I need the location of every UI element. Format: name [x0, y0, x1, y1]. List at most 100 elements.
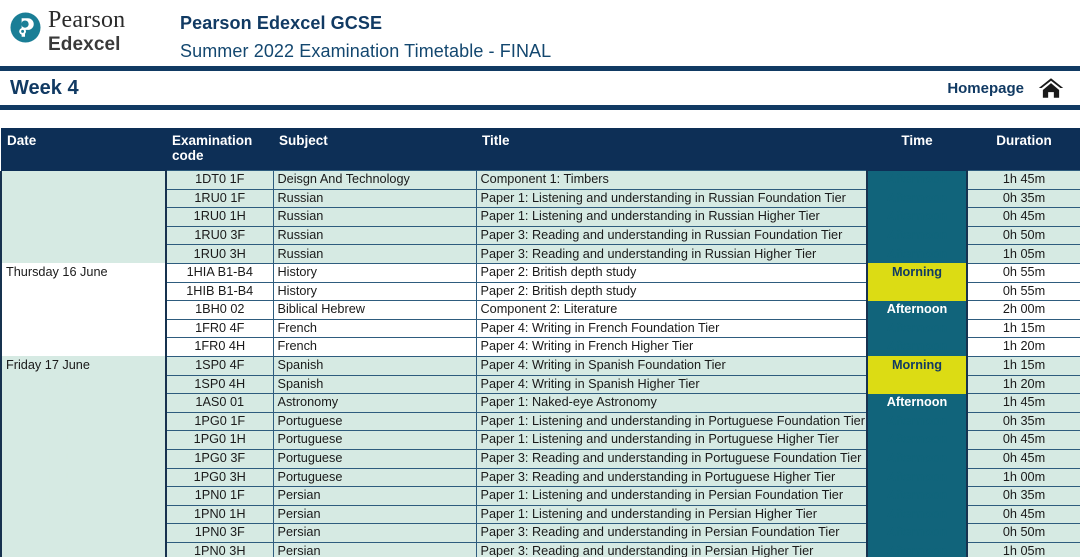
table-row: 1RU0 3F Russian Paper 3: Reading and under…	[0, 225, 1080, 246]
table-row: Friday 17 June 1AS0 01 Astronomy Paper 1: N…	[0, 393, 1080, 413]
cell-duration: 0h 45m	[966, 504, 1080, 525]
cell-title: Paper 3: Reading and understanding in Ru…	[475, 225, 868, 246]
cell-exam-code: 1PN0 3H	[165, 541, 274, 557]
cell-duration: 0h 50m	[966, 225, 1080, 246]
date-label-ghost: Friday 17 June	[6, 413, 90, 428]
cell-date	[0, 226, 167, 245]
date-label-ghost: Thursday 16 June	[6, 302, 108, 317]
cell-title: Paper 1: Listening and understanding in …	[475, 504, 868, 525]
brand-wordmark: Pearson Edexcel	[48, 8, 125, 54]
cell-date	[0, 189, 167, 208]
time-label-ghost: Afternoon	[886, 320, 948, 335]
date-label-ghost: Friday 17 June	[6, 525, 90, 540]
table-head: Date Examination code Subject Title Time…	[1, 128, 1080, 171]
cell-time: Afternoon	[866, 207, 968, 227]
cell-subject: Persian	[272, 541, 477, 557]
table-row: Friday 17 June 1PN0 1H Persian Paper 1: Lis…	[0, 504, 1080, 525]
cell-title: Paper 1: Listening and understanding in …	[475, 411, 868, 432]
cell-time: Afternoon	[866, 449, 968, 468]
column-header-exam-code-line1: Examination	[172, 133, 253, 148]
time-label-ghost: Afternoon	[886, 432, 948, 447]
cell-subject: Russian	[272, 207, 477, 227]
cell-subject: French	[272, 337, 477, 357]
cell-duration: 1h 20m	[966, 374, 1080, 395]
table-body: 1DT0 1F Deisgn And Technology Component 1:…	[0, 170, 1080, 557]
cell-subject: Russian	[272, 225, 477, 246]
cell-exam-code: 1PN0 1F	[165, 486, 274, 506]
page-subtitle: Summer 2022 Examination Timetable - FINA…	[180, 41, 552, 62]
cell-exam-code: 1RU0 1H	[165, 207, 274, 227]
pearson-p-logo-icon	[10, 12, 41, 43]
cell-time: Morning	[866, 282, 968, 301]
cell-exam-code: 1RU0 1F	[165, 188, 274, 209]
table-row: 1RU0 1H Russian Paper 1: Listening and und…	[0, 207, 1080, 227]
homepage-link[interactable]: Homepage	[947, 80, 1024, 97]
cell-time: Afternoon	[866, 337, 968, 357]
cell-duration: 2h 00m	[966, 300, 1080, 320]
cell-duration: 1h 45m	[966, 393, 1080, 413]
time-label: Morning	[891, 358, 943, 373]
cell-date: Friday 17 June	[0, 356, 167, 376]
date-label-ghost: Thursday 16 June	[6, 339, 108, 354]
cell-duration: 1h 15m	[966, 318, 1080, 339]
column-header-title: Title	[476, 128, 867, 171]
cell-time: Morning	[866, 356, 968, 376]
cell-date: Friday 17 June	[0, 505, 167, 524]
cell-subject: Deisgn And Technology	[272, 170, 477, 190]
date-label-ghost: Friday 17 June	[6, 544, 90, 557]
cell-title: Paper 1: Listening and understanding in …	[475, 430, 868, 450]
time-label-ghost: Afternoon	[886, 227, 948, 242]
cell-time: Morning	[866, 263, 968, 283]
time-label: Afternoon	[886, 302, 948, 317]
cell-exam-code: 1PN0 3F	[165, 523, 274, 543]
cell-duration: 0h 45m	[966, 448, 1080, 469]
cell-subject: Russian	[272, 188, 477, 209]
cell-title: Paper 1: Listening and understanding in …	[475, 486, 868, 506]
cell-exam-code: 1PG0 1F	[165, 411, 274, 432]
table-header-row: Date Examination code Subject Title Time…	[1, 128, 1080, 171]
cell-subject: Biblical Hebrew	[272, 300, 477, 320]
cell-time: Afternoon	[866, 486, 968, 506]
table-row: Friday 17 June 1PN0 3F Persian Paper 3: Rea…	[0, 523, 1080, 543]
cell-date: Thursday 16 June	[0, 319, 167, 338]
cell-duration: 0h 45m	[966, 430, 1080, 450]
homepage-nav[interactable]: Homepage	[947, 76, 1064, 100]
table-row: Thursday 16 June 1FR0 4F French Paper 4: Wr…	[0, 318, 1080, 339]
brand-name-edexcel: Edexcel	[48, 34, 121, 55]
cell-duration: 0h 35m	[966, 188, 1080, 209]
cell-exam-code: 1FR0 4H	[165, 337, 274, 357]
cell-date: Friday 17 June	[0, 486, 167, 506]
cell-exam-code: 1HIB B1-B4	[165, 281, 274, 302]
table-row: Thursday 16 June 1HIB B1-B4 History Paper 2…	[0, 281, 1080, 302]
home-icon[interactable]	[1038, 76, 1064, 100]
cell-date: Thursday 16 June	[0, 263, 167, 283]
table-row: Friday 17 June 1PG0 1H Portuguese Paper 1: …	[0, 430, 1080, 450]
cell-date: Thursday 16 June	[0, 337, 167, 357]
masthead: Pearson Edexcel Pearson Edexcel GCSE Sum…	[0, 0, 1080, 66]
time-label-ghost: Afternoon	[886, 451, 948, 466]
cell-date: Friday 17 June	[0, 430, 167, 450]
cell-time: Afternoon	[866, 170, 968, 190]
date-label-ghost: Thursday 16 June	[6, 283, 108, 298]
cell-subject: Astronomy	[272, 393, 477, 413]
table-row: Friday 17 June 1PG0 3H Portuguese Paper 3: …	[0, 467, 1080, 488]
cell-subject: Persian	[272, 523, 477, 543]
time-label-ghost: Afternoon	[886, 525, 948, 540]
cell-time: Afternoon	[866, 189, 968, 208]
cell-exam-code: 1BH0 02	[165, 300, 274, 320]
cell-title: Paper 3: Reading and understanding in Ru…	[475, 244, 868, 264]
cell-title: Paper 1: Listening and understanding in …	[475, 188, 868, 209]
column-header-duration: Duration	[967, 128, 1080, 171]
cell-duration: 1h 15m	[966, 355, 1080, 376]
cell-duration: 1h 05m	[966, 244, 1080, 264]
cell-title: Paper 3: Reading and understanding in Pe…	[475, 523, 868, 543]
cell-date: Friday 17 June	[0, 375, 167, 394]
exam-timetable: Date Examination code Subject Title Time…	[0, 128, 1080, 557]
table-row: Thursday 16 June 1FR0 4H French Paper 4: Wr…	[0, 337, 1080, 357]
table-row: Friday 17 June 1PG0 3F Portuguese Paper 3: …	[0, 448, 1080, 469]
cell-exam-code: 1HIA B1-B4	[165, 262, 274, 283]
cell-date: Friday 17 June	[0, 468, 167, 487]
cell-duration: 1h 00m	[966, 467, 1080, 488]
cell-time: Afternoon	[866, 468, 968, 487]
cell-date: Friday 17 June	[0, 523, 167, 543]
